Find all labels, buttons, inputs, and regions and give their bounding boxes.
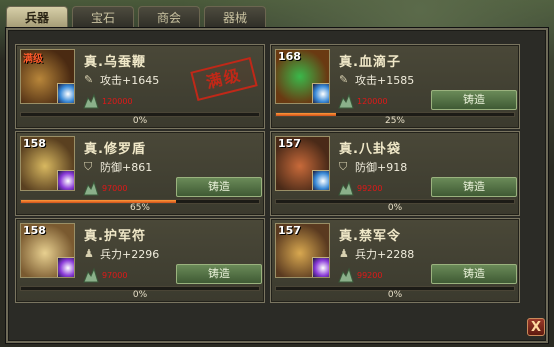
forge-panel: 满级 真.乌蚕鞭 ✎ 攻击+1645 120000 0% 满级 168 真.血滴子 ✎ 攻击+158… bbox=[6, 28, 548, 343]
item-level: 157 bbox=[278, 137, 301, 150]
forge-button[interactable]: 铸造 bbox=[431, 177, 517, 197]
required-amount: 120000 bbox=[102, 97, 133, 106]
required-amount: 99200 bbox=[357, 271, 383, 280]
item-level: 157 bbox=[278, 224, 301, 237]
close-button[interactable]: X bbox=[527, 318, 545, 336]
gem-socket-icon[interactable] bbox=[312, 257, 329, 277]
item-stat: 兵力+2296 bbox=[100, 248, 160, 261]
item-stat: 防御+861 bbox=[100, 161, 153, 174]
item-stat: 兵力+2288 bbox=[355, 248, 415, 261]
item-portrait[interactable]: 满级 bbox=[20, 49, 75, 104]
forge-button[interactable]: 铸造 bbox=[431, 90, 517, 110]
ore-icon bbox=[82, 180, 100, 196]
item-name: 真.八卦袋 bbox=[339, 142, 401, 157]
equipment-card: 157 真.禁军令 ♟ 兵力+2288 99200 铸造 0% bbox=[270, 218, 520, 303]
tab-machinery[interactable]: 器械 bbox=[204, 6, 266, 28]
required-amount: 120000 bbox=[357, 97, 388, 106]
forge-button[interactable]: 铸造 bbox=[431, 264, 517, 284]
progress-label: 0% bbox=[387, 290, 403, 300]
shield-icon: ⛉ bbox=[339, 160, 348, 173]
item-portrait[interactable]: 158 bbox=[20, 136, 75, 191]
item-stat: 防御+918 bbox=[355, 161, 408, 174]
gem-socket-icon[interactable] bbox=[57, 170, 74, 190]
soldier-icon: ♟ bbox=[84, 247, 94, 260]
ore-icon bbox=[337, 180, 355, 196]
gem-socket-icon[interactable] bbox=[312, 170, 329, 190]
item-level: 168 bbox=[278, 50, 301, 63]
soldier-icon: ♟ bbox=[339, 247, 349, 260]
item-portrait[interactable]: 168 bbox=[275, 49, 330, 104]
item-level: 158 bbox=[23, 224, 46, 237]
ore-icon bbox=[337, 93, 355, 109]
progress-label: 65% bbox=[129, 203, 150, 213]
item-name: 真.血滴子 bbox=[339, 55, 401, 70]
required-amount: 99200 bbox=[357, 184, 383, 193]
equipment-card: 158 真.护军符 ♟ 兵力+2296 97000 铸造 0% bbox=[15, 218, 265, 303]
item-name: 真.修罗盾 bbox=[84, 142, 146, 157]
tab-gems[interactable]: 宝石 bbox=[72, 6, 134, 28]
item-level: 满级 bbox=[23, 54, 43, 65]
equipment-card: 168 真.血滴子 ✎ 攻击+1585 120000 铸造 25% bbox=[270, 44, 520, 129]
equipment-card: 158 真.修罗盾 ⛉ 防御+861 97000 铸造 65% bbox=[15, 131, 265, 216]
progress-label: 25% bbox=[384, 116, 405, 126]
ore-icon bbox=[82, 93, 100, 109]
gem-socket-icon[interactable] bbox=[312, 83, 329, 103]
item-name: 真.禁军令 bbox=[339, 229, 401, 244]
item-level: 158 bbox=[23, 137, 46, 150]
shield-icon: ⛉ bbox=[84, 160, 93, 173]
item-portrait[interactable]: 158 bbox=[20, 223, 75, 278]
ore-icon bbox=[337, 267, 355, 283]
item-name: 真.乌蚕鞭 bbox=[84, 55, 146, 70]
progress-label: 0% bbox=[132, 116, 148, 126]
item-portrait[interactable]: 157 bbox=[275, 223, 330, 278]
equipment-card: 157 真.八卦袋 ⛉ 防御+918 99200 铸造 0% bbox=[270, 131, 520, 216]
progress-label: 0% bbox=[132, 290, 148, 300]
ore-icon bbox=[82, 267, 100, 283]
item-stat: 攻击+1645 bbox=[100, 74, 160, 87]
required-amount: 97000 bbox=[102, 184, 128, 193]
gem-socket-icon[interactable] bbox=[57, 83, 74, 103]
forge-button[interactable]: 铸造 bbox=[176, 264, 262, 284]
item-portrait[interactable]: 157 bbox=[275, 136, 330, 191]
tab-weapons[interactable]: 兵器 bbox=[6, 6, 68, 30]
sword-icon: ✎ bbox=[339, 73, 349, 86]
required-amount: 97000 bbox=[102, 271, 128, 280]
item-name: 真.护军符 bbox=[84, 229, 146, 244]
forge-button[interactable]: 铸造 bbox=[176, 177, 262, 197]
sword-icon: ✎ bbox=[84, 73, 94, 86]
progress-label: 0% bbox=[387, 203, 403, 213]
tab-guild[interactable]: 商会 bbox=[138, 6, 200, 28]
item-stat: 攻击+1585 bbox=[355, 74, 415, 87]
gem-socket-icon[interactable] bbox=[57, 257, 74, 277]
